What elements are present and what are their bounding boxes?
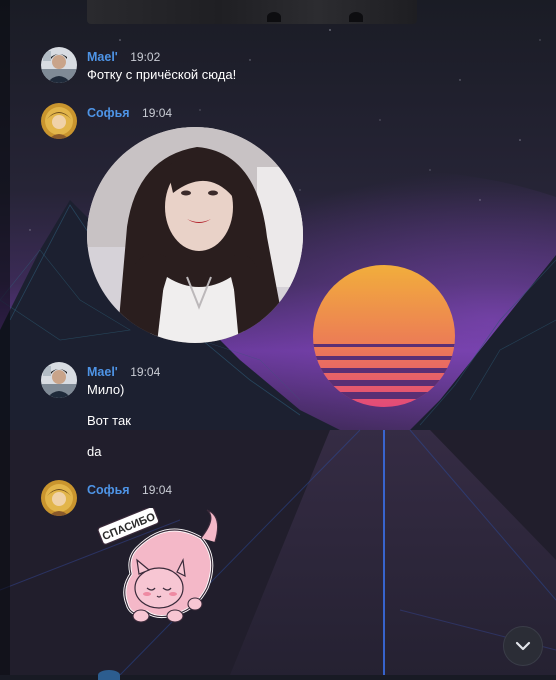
sticker-cat-thanks[interactable]: СПАСИБО [97,508,221,634]
author-name[interactable]: Mael' [87,50,118,64]
message-header: Mael' 19:04 [87,364,160,380]
message-header: Софья 19:04 [87,482,172,498]
previous-photo-attachment[interactable] [87,0,417,24]
message-time[interactable]: 19:04 [142,483,172,497]
photo-detail [349,12,363,22]
message-text: Мило) [87,382,125,397]
author-name[interactable]: Софья [87,483,130,497]
next-message-avatar[interactable] [98,670,120,680]
user-avatar-mael-icon[interactable] [41,47,77,83]
message-header: Mael' 19:02 [87,49,160,65]
message-text: Фотку с причёской сюда! [87,67,237,82]
message-time[interactable]: 19:02 [130,50,160,64]
message-text: Вот так [87,413,131,428]
message-time[interactable]: 19:04 [130,365,160,379]
user-avatar-sofya-icon[interactable] [41,103,77,139]
user-avatar-sofya-icon[interactable] [41,480,77,516]
author-name[interactable]: Mael' [87,365,118,379]
message-header: Софья 19:04 [87,105,172,121]
photo-detail [267,12,281,22]
video-message[interactable] [87,127,303,343]
chat-history[interactable]: Mael' 19:02 Фотку с причёской сюда! Софь… [0,0,556,680]
message-text: da [87,444,102,459]
message-time[interactable]: 19:04 [142,106,172,120]
user-avatar-mael-icon[interactable] [41,362,77,398]
author-name[interactable]: Софья [87,106,130,120]
